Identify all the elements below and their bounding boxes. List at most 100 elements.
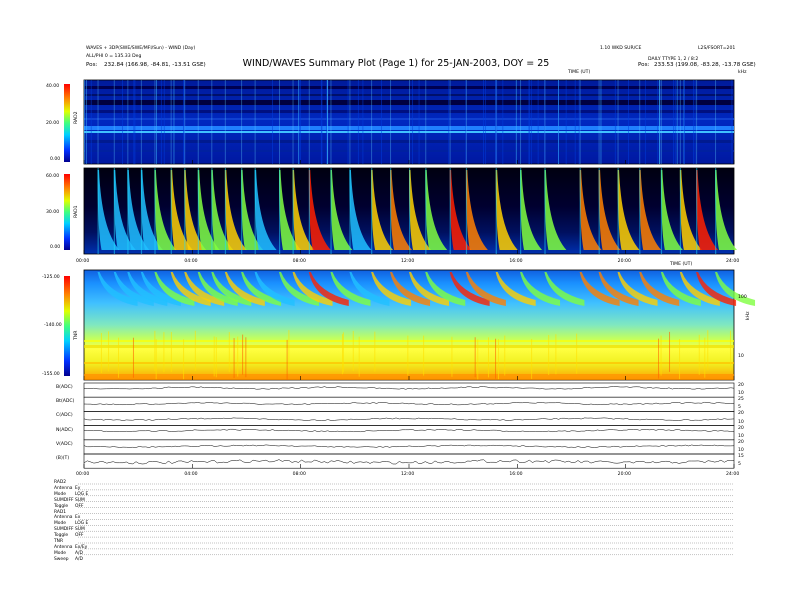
trace-label: V(ADC) (56, 441, 73, 447)
rad2-streak (502, 80, 504, 164)
rad2-streak (84, 80, 85, 164)
rad1-burst-streak (127, 168, 129, 254)
rad1-burst-streak (371, 168, 373, 254)
time-tick-label: 12:00 (401, 472, 415, 477)
footer-key: Sweep (54, 556, 69, 562)
rad2-streak (362, 80, 364, 164)
rad2-burst (211, 80, 213, 164)
rad1-burst-streak (465, 168, 468, 254)
tnr-spike (108, 331, 110, 372)
tnr-right-label-10: 10 (738, 354, 744, 359)
tnr-right-label-100: 100 (738, 295, 747, 300)
trace-line (83, 401, 734, 406)
rad2-streak (357, 80, 359, 164)
tnr-spike (423, 335, 425, 376)
rad1-ytick-bottom: 0.00 (50, 245, 61, 250)
rad2-burst (113, 80, 115, 164)
rad2-streak (684, 80, 685, 164)
tnr-spike (487, 337, 489, 378)
rad1-burst-streak (544, 168, 546, 254)
tnr-band (84, 345, 734, 348)
tnr-spike (194, 330, 196, 371)
trace-right-label: 5 (738, 462, 741, 468)
rad2-streak (515, 80, 517, 164)
plot-canvas (64, 79, 756, 555)
rad1-burst-streak (409, 168, 411, 254)
tnr-spike (118, 337, 120, 378)
trace-frame (83, 439, 735, 455)
tnr-spike (407, 335, 409, 376)
footer-parameters: RAD2 Antenna Ey Mode LOG E SUMDIFFSUM Togg… (54, 480, 88, 563)
rad2-streak (300, 80, 301, 164)
rad1-burst-streak (349, 168, 351, 254)
rad1-burst-streak (113, 168, 115, 254)
trace-right-label: 20 (738, 425, 744, 431)
rad2-burst (696, 80, 698, 164)
rad2-burst (140, 80, 142, 164)
footer-value: OFF (75, 503, 84, 509)
rad2-streak (272, 80, 273, 164)
rad2-streak (160, 80, 162, 164)
tnr-ytick-mid: -140.00 (44, 323, 62, 328)
rad2-streak (85, 80, 87, 164)
tnr-spike (245, 337, 247, 378)
rad1-burst-streak (617, 168, 619, 254)
rad2-streak (298, 80, 300, 164)
tnr-spike (341, 334, 343, 375)
tnr-spike (237, 336, 239, 377)
tnr-spike (504, 335, 506, 376)
rad2-burst (308, 80, 310, 164)
tnr-spike (286, 339, 288, 380)
tnr-spike (233, 338, 235, 379)
rad2-burst (97, 80, 99, 164)
rad2-streak (731, 80, 733, 164)
tnr-spike (288, 330, 290, 371)
rad1-burst-streak (425, 168, 427, 254)
tnr-spike (374, 331, 376, 372)
footer-value: A/D (75, 550, 83, 556)
rad2-burst (170, 80, 172, 164)
trace-label: Bt(ADC) (56, 399, 75, 405)
rad1-spectrogram (83, 167, 738, 255)
rad1-burst-streak (495, 168, 497, 254)
trace-right-label: 10 (738, 448, 744, 453)
footer-key: Toggle (54, 503, 69, 509)
rad2-streak (600, 80, 602, 164)
rad2-burst (330, 80, 332, 164)
trace-right-label: 20 (738, 383, 744, 388)
tnr-spike (555, 334, 557, 375)
tnr-spike (704, 337, 706, 378)
rad2-streak (173, 80, 175, 164)
trace-right-label: 15 (738, 454, 744, 459)
tnr-colorbar (64, 276, 70, 376)
rad2-burst (409, 80, 410, 164)
rad2-streak (347, 80, 349, 164)
trace-line (83, 444, 735, 448)
rad2-streak (614, 80, 616, 164)
rad2-burst (598, 80, 600, 164)
rad2-burst (127, 80, 129, 164)
rad1-burst-streak (97, 168, 99, 254)
trace-right-label: 20 (738, 411, 744, 417)
rad1-burst-streak (224, 168, 227, 254)
rad1-burst-streak (660, 168, 663, 254)
tnr-spike (576, 333, 578, 374)
rad2-streak (134, 80, 136, 164)
tnr-spectrogram (83, 269, 756, 381)
rad1-burst-streak (696, 168, 698, 254)
rad1-burst-streak (254, 168, 256, 254)
rad2-streak (122, 80, 123, 164)
trace-right-label: 5 (738, 405, 741, 411)
rad2-panel-label: RAD2 (74, 111, 79, 124)
tnr-spike (342, 332, 344, 373)
rad2-streak (528, 80, 530, 164)
rad2-streak (659, 80, 661, 164)
rad2-streak (628, 80, 629, 164)
tnr-spike (215, 337, 217, 378)
tnr-spike (213, 336, 215, 377)
rad1-burst-streak (330, 168, 332, 254)
rad2-burst (279, 80, 280, 164)
rad2-burst (241, 80, 243, 164)
footer-value: A/D (75, 556, 83, 562)
tnr-spike (183, 339, 185, 380)
